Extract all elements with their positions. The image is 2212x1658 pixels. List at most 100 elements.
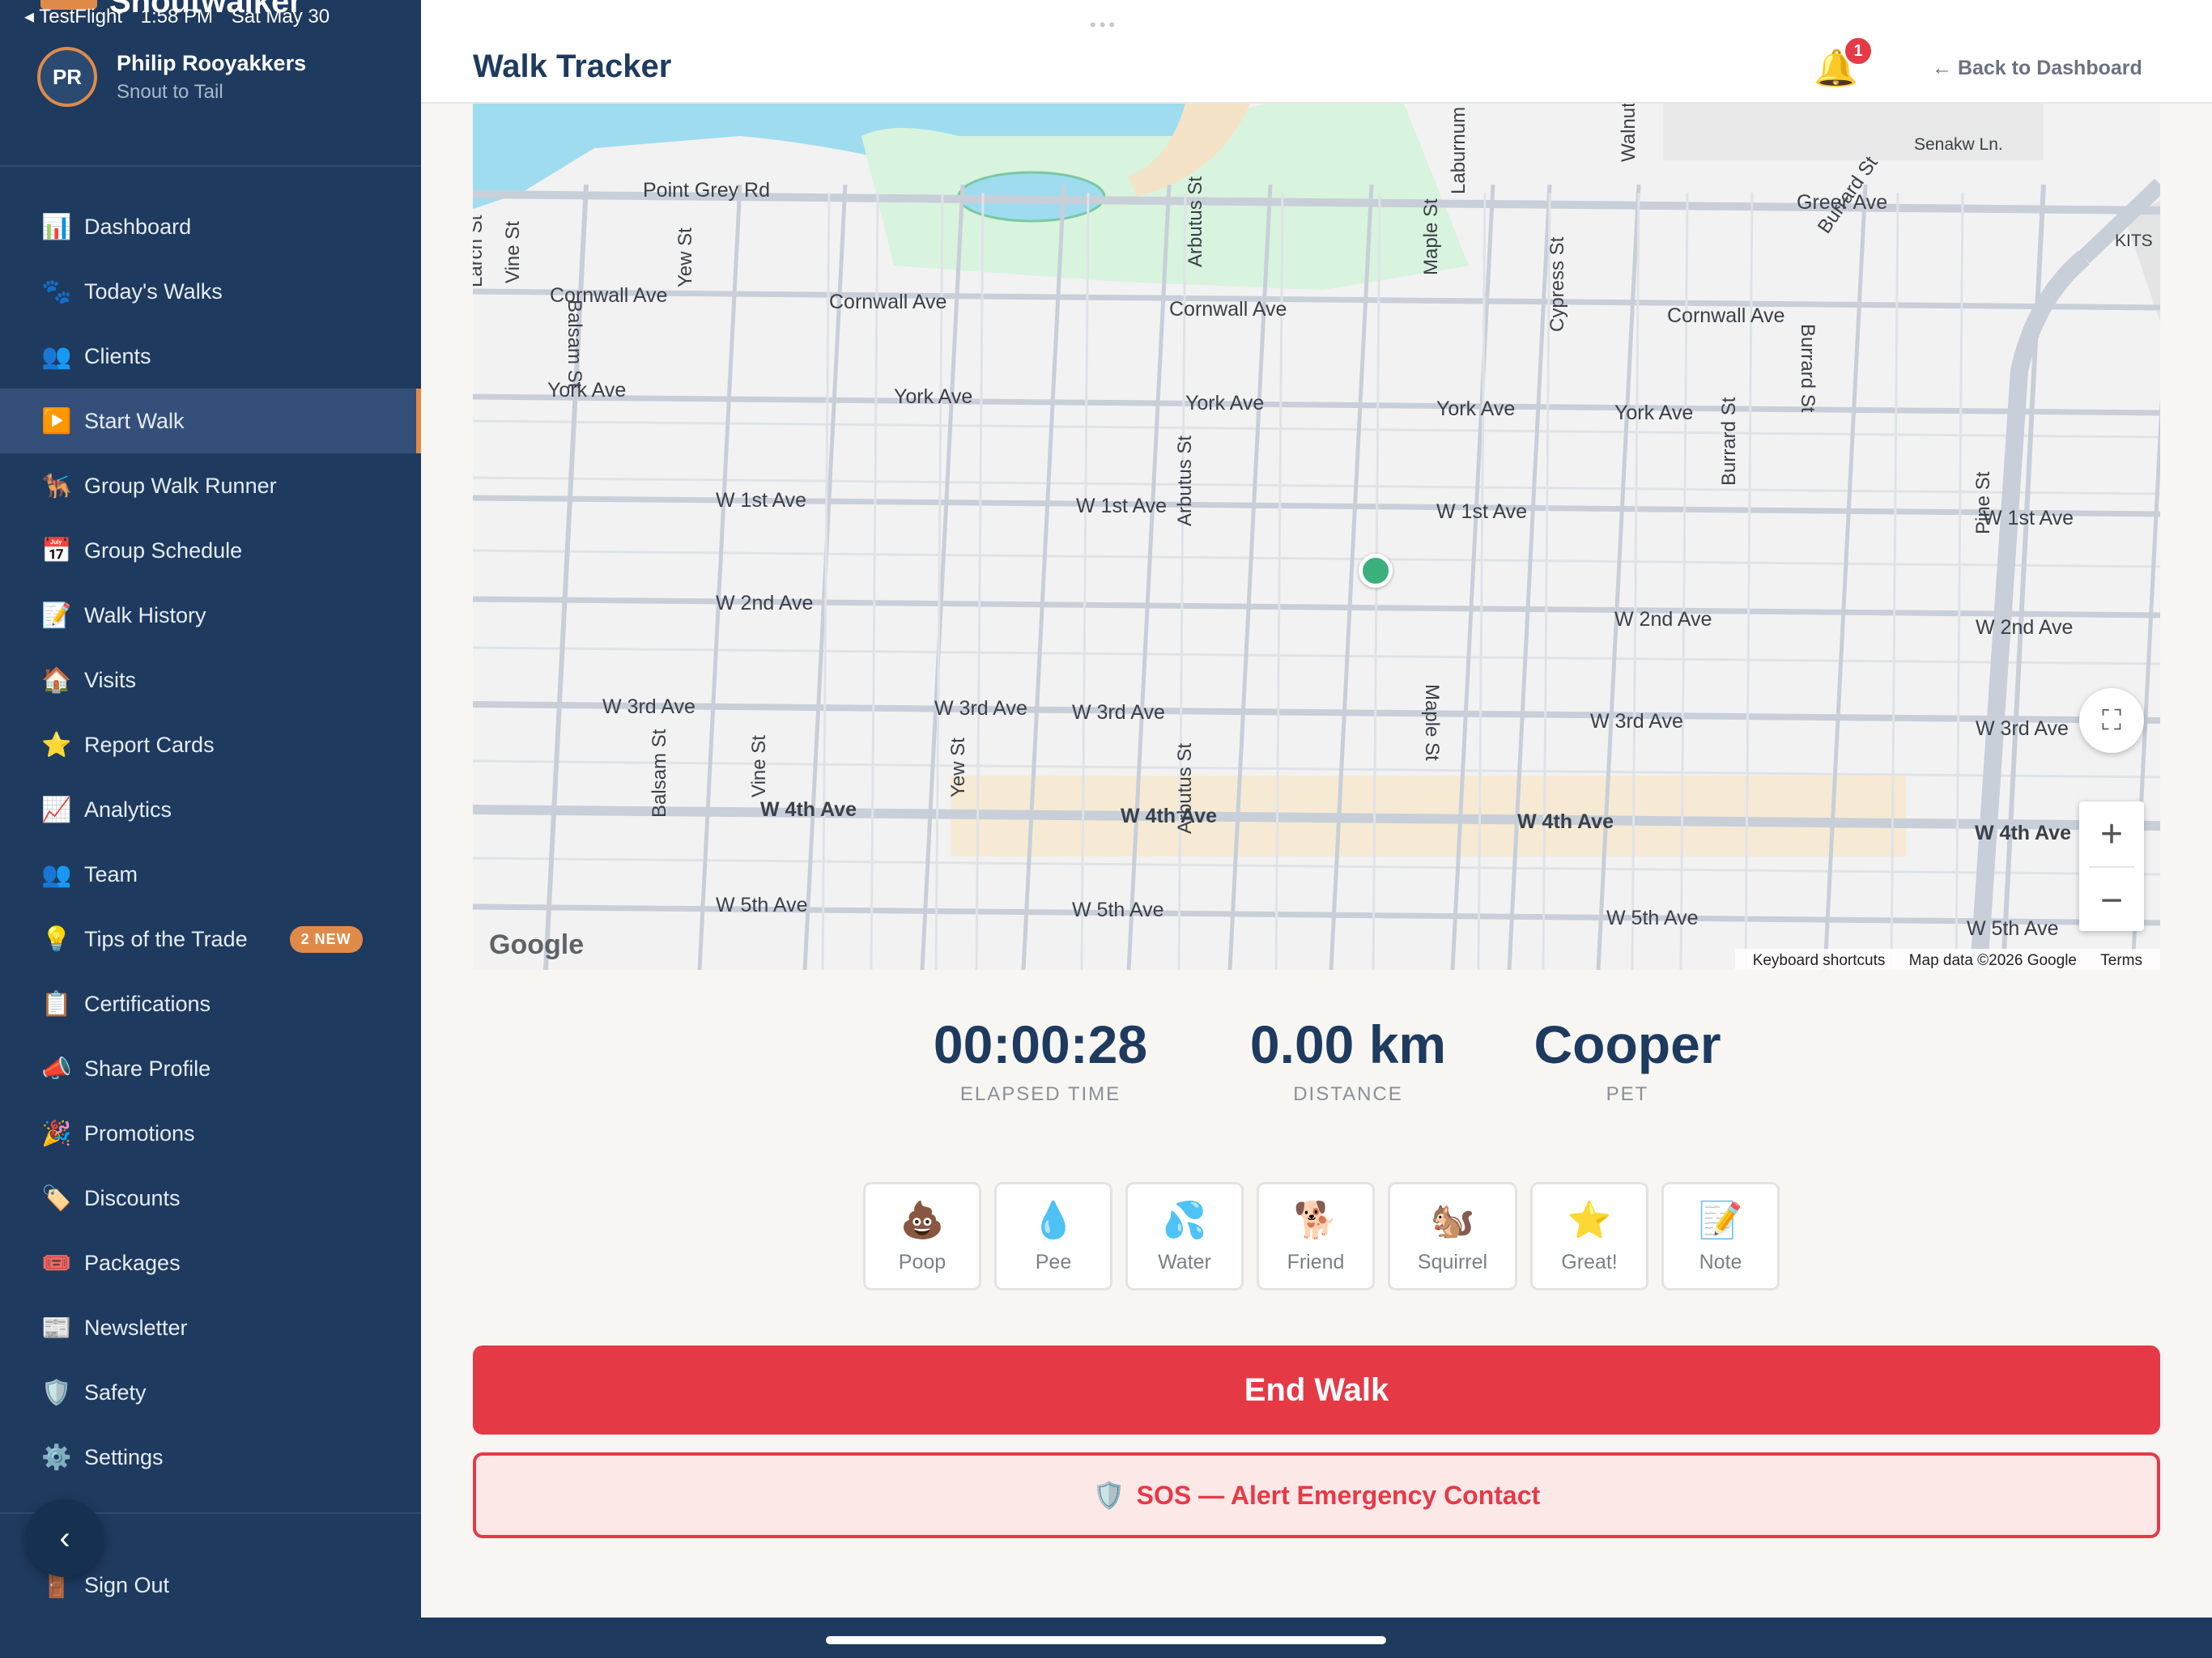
street-label: W 4th Ave: [1121, 805, 1217, 827]
street-label: W 4th Ave: [1517, 810, 1614, 833]
log-great-button[interactable]: ⭐ Great!: [1530, 1182, 1648, 1290]
sidebar-item-group-schedule[interactable]: 📅 Group Schedule: [0, 518, 421, 583]
sidebar-item-report-cards[interactable]: ⭐ Report Cards: [0, 712, 421, 777]
log-water-button[interactable]: 💦 Water: [1125, 1182, 1244, 1290]
elapsed-time-stat: 00:00:28 ELAPSED TIME: [907, 1014, 1174, 1106]
window-grabber[interactable]: •••: [1090, 15, 1118, 36]
sidebar-item-walk-history[interactable]: 📝 Walk History: [0, 583, 421, 648]
sidebar-item-tips-of-the-trade[interactable]: 💡 Tips of the Trade 2 NEW: [0, 907, 421, 971]
shield-icon: 🛡️: [41, 1379, 72, 1406]
street-label: W 5th Ave: [716, 894, 808, 916]
street-label: York Ave: [1614, 402, 1693, 424]
home-indicator[interactable]: [826, 1636, 1386, 1644]
keyboard-shortcuts-link[interactable]: Keyboard shortcuts: [1753, 952, 1886, 969]
log-note-button[interactable]: 📝 Note: [1661, 1182, 1780, 1290]
street-label: Arbutus St: [1174, 436, 1196, 526]
status-time: 1:58 PM: [140, 6, 214, 28]
event-label: Friend: [1287, 1250, 1345, 1273]
sidebar-item-visits[interactable]: 🏠 Visits: [0, 648, 421, 712]
bar-chart-icon: 📊: [41, 213, 72, 240]
sidebar-item-packages[interactable]: 🎟️ Packages: [0, 1231, 421, 1295]
star-icon: ⭐: [41, 731, 72, 759]
elapsed-time-value: 00:00:28: [933, 1014, 1148, 1074]
megaphone-icon: 📣: [41, 1055, 72, 1082]
street-label: Cornwall Ave: [1667, 304, 1784, 327]
sidebar-item-label: Clients: [84, 343, 151, 368]
back-to-testflight[interactable]: ◂ TestFlight: [24, 6, 122, 28]
sidebar-item-settings[interactable]: ⚙️ Settings: [0, 1425, 421, 1490]
street-label: Maple St: [1421, 684, 1443, 761]
event-label: Great!: [1561, 1250, 1618, 1273]
status-date: Sat May 30: [231, 6, 330, 28]
walk-event-buttons: 💩 Poop 💧 Pee 💦 Water 🐕 Friend 🐿️ Squirrel ⭐ Great! 📝…: [863, 1182, 1793, 1290]
sidebar-item-label: Today's Walks: [84, 278, 223, 304]
page-title: Walk Tracker: [473, 49, 672, 84]
star-icon: ⭐: [1567, 1200, 1612, 1240]
shield-icon: 🛡️: [1092, 1481, 1125, 1510]
sidebar-item-label: Certifications: [84, 991, 211, 1016]
party-popper-icon: 🎉: [41, 1120, 72, 1147]
street-label: York Ave: [547, 379, 626, 402]
street-label: W 5th Ave: [1072, 899, 1164, 921]
trend-chart-icon: 📈: [41, 796, 72, 823]
droplet-icon: 💧: [1031, 1200, 1076, 1240]
pet-name-value: Cooper: [1534, 1014, 1721, 1074]
road: [697, 184, 742, 970]
sidebar-item-label: Dashboard: [84, 214, 192, 239]
zoom-out-button[interactable]: −: [2079, 868, 2144, 933]
sidebar-item-dashboard[interactable]: 📊 Dashboard: [0, 194, 421, 259]
street-label: W 3rd Ave: [1976, 717, 2069, 740]
fullscreen-button[interactable]: ⛶: [2079, 688, 2144, 753]
log-friend-button[interactable]: 🐕 Friend: [1257, 1182, 1375, 1290]
sidebar-item-label: Safety: [84, 1380, 147, 1405]
sidebar-item-clients[interactable]: 👥 Clients: [0, 324, 421, 389]
profile-business: Snout to Tail: [117, 80, 223, 103]
sidebar-item-label: Group Walk Runner: [84, 473, 277, 498]
street-label: W 5th Ave: [1606, 907, 1699, 929]
sidebar-item-newsletter[interactable]: 📰 Newsletter: [0, 1295, 421, 1360]
sidebar-item-label: Walk History: [84, 602, 206, 627]
sidebar-item-discounts[interactable]: 🏷️ Discounts: [0, 1166, 421, 1231]
log-pee-button[interactable]: 💧 Pee: [994, 1182, 1112, 1290]
sidebar-item-label: Promotions: [84, 1120, 195, 1146]
user-profile[interactable]: PR Philip Rooyakkers Snout to Tail: [37, 47, 306, 107]
service-dog-icon: 🐕‍🦺: [41, 472, 72, 500]
sidebar-item-group-walk-runner[interactable]: 🐕‍🦺 Group Walk Runner: [0, 453, 421, 518]
current-location-marker: [1359, 554, 1393, 588]
sidebar-item-certifications[interactable]: 📋 Certifications: [0, 971, 421, 1036]
sidebar-item-safety[interactable]: 🛡️ Safety: [0, 1360, 421, 1425]
sidebar-item-today-s-walks[interactable]: 🐾 Today's Walks: [0, 259, 421, 324]
elapsed-time-label: ELAPSED TIME: [959, 1083, 1121, 1105]
sidebar-item-analytics[interactable]: 📈 Analytics: [0, 777, 421, 842]
street-label: Arbutus St: [1174, 743, 1196, 834]
squirrel-icon: 🐿️: [1430, 1200, 1475, 1240]
play-icon: ▶️: [41, 407, 72, 435]
sidebar-item-team[interactable]: 👥 Team: [0, 842, 421, 907]
street-label: W 3rd Ave: [602, 695, 696, 718]
street-label: Cornwall Ave: [829, 291, 946, 313]
event-label: Pee: [1035, 1250, 1072, 1273]
event-label: Note: [1699, 1250, 1742, 1273]
zoom-in-button[interactable]: +: [2079, 801, 2144, 866]
road: [473, 701, 2160, 724]
collapse-sidebar-button[interactable]: ‹: [26, 1499, 104, 1577]
street-label: Yew St: [674, 227, 696, 287]
sidebar-item-start-walk[interactable]: ▶️ Start Walk: [0, 389, 421, 453]
profile-name: Philip Rooyakkers: [117, 50, 307, 75]
sos-alert-button[interactable]: 🛡️ SOS — Alert Emergency Contact: [473, 1452, 2160, 1538]
log-poop-button[interactable]: 💩 Poop: [863, 1182, 981, 1290]
terms-link[interactable]: Terms: [2100, 952, 2142, 969]
street-label: Burrard St: [1797, 324, 1819, 413]
sidebar-item-share-profile[interactable]: 📣 Share Profile: [0, 1036, 421, 1101]
sidebar-item-promotions[interactable]: 🎉 Promotions: [0, 1101, 421, 1166]
map-data-credit: Map data ©2026 Google: [1908, 952, 2077, 969]
walk-map[interactable]: Point Grey Rd Cornwall Ave Cornwall Ave Cor…: [473, 104, 2160, 970]
street-label: W 5th Ave: [1967, 917, 2059, 940]
event-label: Water: [1158, 1250, 1211, 1273]
back-to-dashboard-link[interactable]: ← Back to Dashboard: [1932, 57, 2142, 80]
end-walk-button[interactable]: End Walk: [473, 1346, 2160, 1435]
street-label: W 1st Ave: [1983, 507, 2074, 529]
log-squirrel-button[interactable]: 🐿️ Squirrel: [1388, 1182, 1517, 1290]
street-label: Senakw Ln.: [1914, 135, 2003, 154]
street-label: Larch St: [473, 215, 487, 287]
